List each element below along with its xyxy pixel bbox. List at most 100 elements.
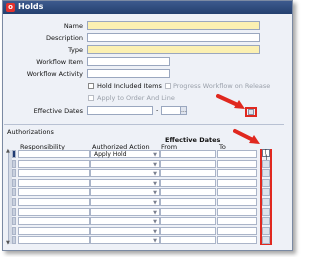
line-dff-header[interactable]: [ ]	[262, 149, 270, 162]
responsibility-cell[interactable]	[18, 150, 90, 158]
type-label: Type	[68, 46, 83, 54]
chevron-down-icon[interactable]: ▼	[153, 229, 157, 235]
to-date-cell[interactable]	[217, 217, 257, 225]
authorized-action-cell[interactable]: ▼	[90, 198, 160, 206]
to-date-cell[interactable]	[217, 179, 257, 187]
apply-to-order-line-label: Apply to Order And Line	[97, 94, 175, 102]
authorized-action-cell[interactable]: Apply Hold ▼	[90, 150, 160, 158]
row-selector[interactable]	[12, 160, 16, 168]
row-selector[interactable]	[12, 179, 16, 187]
date-lov-button[interactable]: ...	[180, 106, 187, 115]
from-date-cell[interactable]	[160, 208, 216, 216]
authorized-action-cell[interactable]: ▼	[90, 227, 160, 235]
chevron-down-icon[interactable]: ▼	[153, 171, 157, 177]
responsibility-cell[interactable]	[18, 169, 90, 177]
from-date-cell[interactable]	[160, 217, 216, 225]
line-dff-cell[interactable]	[262, 179, 270, 187]
name-field[interactable]	[87, 21, 260, 30]
chevron-down-icon[interactable]: ▼	[153, 152, 157, 158]
window-title: Holds	[18, 2, 44, 11]
authorized-action-value: Apply Hold	[94, 151, 127, 158]
hold-included-items-label: Hold Included Items	[97, 82, 162, 90]
line-dff-cell[interactable]	[262, 160, 270, 168]
row-selector[interactable]	[12, 217, 16, 225]
line-dff-cell[interactable]	[262, 217, 270, 225]
responsibility-cell[interactable]	[18, 160, 90, 168]
chevron-down-icon[interactable]: ▼	[153, 219, 157, 225]
line-dff-cell[interactable]	[262, 188, 270, 196]
scroll-down-icon[interactable]: ▼	[6, 240, 10, 246]
line-dff-cell[interactable]	[262, 236, 270, 244]
from-date-cell[interactable]	[160, 198, 216, 206]
chevron-down-icon[interactable]: ▼	[153, 181, 157, 187]
authorized-action-cell[interactable]: ▼	[90, 160, 160, 168]
authorized-action-cell[interactable]: ▼	[90, 179, 160, 187]
oracle-form-icon: o	[6, 3, 15, 12]
to-date-cell[interactable]	[217, 150, 257, 158]
line-dff-cell[interactable]	[262, 227, 270, 235]
to-date-cell[interactable]	[217, 198, 257, 206]
to-date-cell[interactable]	[217, 169, 257, 177]
responsibility-cell[interactable]	[18, 188, 90, 196]
chevron-down-icon[interactable]: ▼	[153, 200, 157, 206]
from-date-cell[interactable]	[160, 150, 216, 158]
workflow-item-field[interactable]	[87, 57, 170, 66]
authorized-action-cell[interactable]: ▼	[90, 217, 160, 225]
authorizations-section-label: Authorizations	[7, 128, 54, 136]
line-dff-cell[interactable]	[262, 198, 270, 206]
header-dff-field[interactable]	[248, 109, 254, 115]
authorized-action-cell[interactable]: ▼	[90, 236, 160, 244]
name-label: Name	[63, 22, 83, 30]
chevron-down-icon[interactable]: ▼	[153, 190, 157, 196]
responsibility-cell[interactable]	[18, 227, 90, 235]
row-selector[interactable]	[12, 198, 16, 206]
workflow-activity-label: Workflow Activity	[26, 70, 83, 78]
from-date-cell[interactable]	[160, 227, 216, 235]
row-selector[interactable]	[12, 169, 16, 177]
scroll-up-icon[interactable]: ▲	[6, 148, 10, 154]
type-field[interactable]	[87, 45, 260, 54]
row-selector[interactable]	[12, 208, 16, 216]
from-date-cell[interactable]	[160, 236, 216, 244]
responsibility-cell[interactable]	[18, 208, 90, 216]
section-divider	[4, 124, 284, 125]
line-dff-cell[interactable]	[262, 169, 270, 177]
progress-workflow-checkbox[interactable]	[165, 83, 171, 89]
from-date-cell[interactable]	[160, 179, 216, 187]
to-date-cell[interactable]	[217, 208, 257, 216]
chevron-down-icon[interactable]: ▼	[153, 238, 157, 244]
date-separator: -	[156, 106, 159, 114]
effective-dates-label: Effective Dates	[33, 107, 83, 115]
authorized-action-cell[interactable]: ▼	[90, 188, 160, 196]
description-field[interactable]	[87, 33, 260, 42]
effective-from-field[interactable]	[87, 106, 153, 115]
row-selector[interactable]	[12, 188, 16, 196]
responsibility-cell[interactable]	[18, 198, 90, 206]
workflow-item-label: Workflow Item	[36, 58, 83, 66]
row-selector[interactable]	[12, 150, 16, 158]
from-date-cell[interactable]	[160, 169, 216, 177]
hold-included-items-checkbox[interactable]	[88, 83, 94, 89]
effective-to-field[interactable]	[161, 106, 181, 115]
responsibility-cell[interactable]	[18, 217, 90, 225]
to-date-cell[interactable]	[217, 188, 257, 196]
responsibility-cell[interactable]	[18, 179, 90, 187]
title-bar[interactable]: o Holds	[3, 1, 292, 14]
workflow-activity-field[interactable]	[87, 69, 170, 78]
responsibility-cell[interactable]	[18, 236, 90, 244]
highlight-arrow-icon-2	[233, 129, 260, 144]
authorized-action-cell[interactable]: ▼	[90, 208, 160, 216]
to-date-cell[interactable]	[217, 227, 257, 235]
to-date-cell[interactable]	[217, 160, 257, 168]
highlight-arrow-icon	[216, 94, 245, 109]
chevron-down-icon[interactable]: ▼	[153, 162, 157, 168]
chevron-down-icon[interactable]: ▼	[153, 210, 157, 216]
row-selector[interactable]	[12, 227, 16, 235]
from-date-cell[interactable]	[160, 160, 216, 168]
from-date-cell[interactable]	[160, 188, 216, 196]
authorized-action-cell[interactable]: ▼	[90, 169, 160, 177]
line-dff-cell[interactable]	[262, 208, 270, 216]
row-selector[interactable]	[12, 236, 16, 244]
to-date-cell[interactable]	[217, 236, 257, 244]
apply-to-order-line-checkbox[interactable]	[88, 95, 94, 101]
